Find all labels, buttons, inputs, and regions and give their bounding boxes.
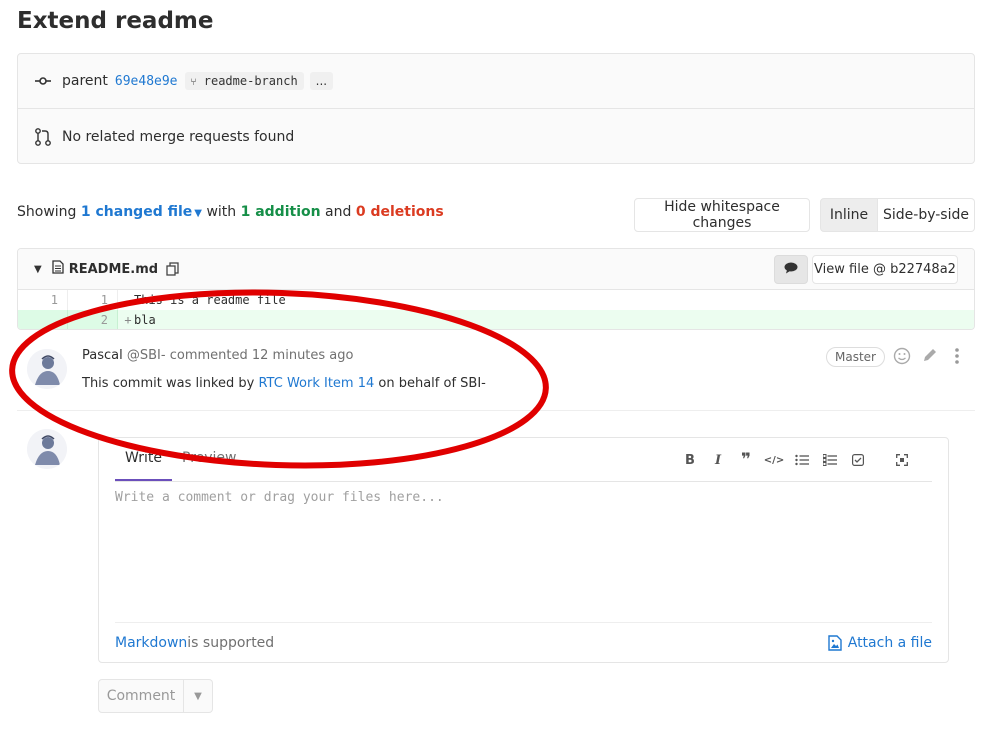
diff-sign bbox=[122, 290, 134, 310]
comment-bubble-icon bbox=[784, 262, 798, 278]
task-list-icon[interactable] bbox=[844, 450, 872, 470]
page-title: Extend readme bbox=[17, 8, 214, 34]
copy-path-icon[interactable] bbox=[166, 262, 180, 276]
comment-tabs: Write Preview B I ❞ </> bbox=[115, 438, 932, 482]
active-tab-indicator bbox=[115, 479, 172, 481]
edit-pencil-icon[interactable] bbox=[922, 347, 938, 363]
caret-down-icon: ▼ bbox=[194, 208, 202, 219]
bold-icon[interactable]: B bbox=[676, 450, 704, 470]
commit-info-box: parent 69e48e9e ⑂ readme-branch ... No r… bbox=[17, 53, 975, 164]
additions-count: 1 addition bbox=[240, 204, 321, 220]
comment-type-dropdown[interactable]: ▼ bbox=[184, 679, 213, 713]
note-body: This commit was linked by RTC Work Item … bbox=[82, 376, 486, 391]
more-refs-button[interactable]: ... bbox=[309, 72, 334, 90]
stats-and: and bbox=[325, 204, 352, 220]
numbered-list-icon[interactable] bbox=[816, 450, 844, 470]
diff-file: ▼ README.md View file @ b22748a2 1 1 Thi… bbox=[17, 248, 975, 330]
stats-with: with bbox=[206, 204, 237, 220]
comment-submit-group: Comment ▼ bbox=[98, 679, 213, 713]
deletions-count: 0 deletions bbox=[355, 204, 444, 220]
note-body-prefix: This commit was linked by bbox=[82, 376, 259, 391]
side-by-side-view-button[interactable]: Side-by-side bbox=[878, 198, 975, 232]
file-icon bbox=[52, 260, 64, 278]
comment-form: Write Preview B I ❞ </> Markdown is supp… bbox=[98, 437, 949, 663]
quote-icon[interactable]: ❞ bbox=[732, 450, 760, 470]
merge-requests-row: No related merge requests found bbox=[18, 109, 974, 164]
parent-sha-link[interactable]: 69e48e9e bbox=[115, 74, 178, 89]
role-badge: Master bbox=[826, 347, 885, 367]
emoji-icon[interactable] bbox=[893, 347, 911, 365]
view-options: Hide whitespace changes Inline Side-by-s… bbox=[634, 198, 975, 232]
diff-file-header: ▼ README.md View file @ b22748a2 bbox=[18, 249, 974, 290]
bullet-list-icon[interactable] bbox=[788, 450, 816, 470]
diff-code: bla bbox=[134, 313, 156, 327]
merge-request-icon bbox=[35, 127, 55, 146]
image-file-icon bbox=[828, 634, 842, 651]
rtc-work-item-link[interactable]: RTC Work Item 14 bbox=[258, 376, 374, 391]
view-file-button[interactable]: View file @ b22748a2 bbox=[812, 255, 958, 284]
new-line-number[interactable]: 1 bbox=[68, 290, 118, 310]
note-time[interactable]: 12 minutes ago bbox=[252, 348, 354, 363]
branch-badge[interactable]: ⑂ readme-branch bbox=[184, 72, 304, 90]
author-name[interactable]: Pascal bbox=[82, 348, 123, 363]
more-actions-icon[interactable] bbox=[953, 347, 961, 365]
hide-whitespace-button[interactable]: Hide whitespace changes bbox=[634, 198, 810, 232]
diff-line-1: 1 1 This is a readme file bbox=[18, 290, 974, 310]
code-icon[interactable]: </> bbox=[760, 450, 788, 470]
changed-files-count: 1 changed file bbox=[80, 204, 193, 220]
tab-write[interactable]: Write bbox=[125, 450, 162, 466]
file-name[interactable]: README.md bbox=[69, 262, 158, 277]
markdown-toolbar: B I ❞ </> bbox=[676, 450, 916, 470]
fullscreen-icon[interactable] bbox=[888, 450, 916, 470]
note-author-line: Pascal @SBI- commented 12 minutes ago bbox=[82, 348, 353, 363]
diff-line-2: 2 + bla bbox=[18, 310, 974, 329]
caret-down-icon: ▼ bbox=[194, 690, 202, 702]
changed-files-dropdown[interactable]: 1 changed file ▼ bbox=[81, 204, 202, 220]
toggle-comments-button[interactable] bbox=[774, 255, 808, 284]
diff-code: This is a readme file bbox=[134, 293, 286, 307]
old-line-number[interactable] bbox=[18, 310, 68, 329]
parent-row: parent 69e48e9e ⑂ readme-branch ... bbox=[18, 54, 974, 109]
stats-showing: Showing bbox=[17, 204, 77, 220]
comment-button[interactable]: Comment bbox=[98, 679, 184, 713]
markdown-link[interactable]: Markdown bbox=[115, 635, 187, 651]
italic-icon[interactable]: I bbox=[704, 450, 732, 470]
merge-requests-text: No related merge requests found bbox=[62, 128, 295, 145]
branch-name: readme-branch bbox=[203, 74, 298, 88]
avatar[interactable] bbox=[27, 429, 67, 469]
note-body-suffix: on behalf of SBI- bbox=[374, 376, 486, 391]
tab-preview[interactable]: Preview bbox=[182, 450, 237, 466]
note-action: commented bbox=[169, 348, 248, 363]
commit-note: Pascal @SBI- commented 12 minutes ago Th… bbox=[17, 331, 975, 411]
avatar[interactable] bbox=[27, 349, 67, 389]
parent-label: parent bbox=[62, 73, 108, 89]
diff-stats: Showing 1 changed file ▼ with 1 addition … bbox=[17, 204, 444, 220]
comment-textarea[interactable] bbox=[115, 490, 932, 622]
author-handle[interactable]: @SBI- bbox=[127, 348, 166, 363]
commit-icon bbox=[35, 73, 55, 89]
inline-view-button[interactable]: Inline bbox=[820, 198, 878, 232]
markdown-supported-text: is supported bbox=[187, 634, 275, 651]
branch-icon: ⑂ bbox=[190, 77, 197, 88]
comment-form-footer: Markdown is supported Attach a file bbox=[115, 622, 932, 662]
old-line-number[interactable]: 1 bbox=[18, 290, 68, 310]
diff-sign: + bbox=[124, 313, 132, 327]
collapse-toggle-icon[interactable]: ▼ bbox=[34, 264, 42, 275]
new-line-number[interactable]: 2 bbox=[68, 310, 118, 329]
attach-file-label: Attach a file bbox=[847, 634, 932, 651]
attach-file-button[interactable]: Attach a file bbox=[828, 635, 932, 651]
